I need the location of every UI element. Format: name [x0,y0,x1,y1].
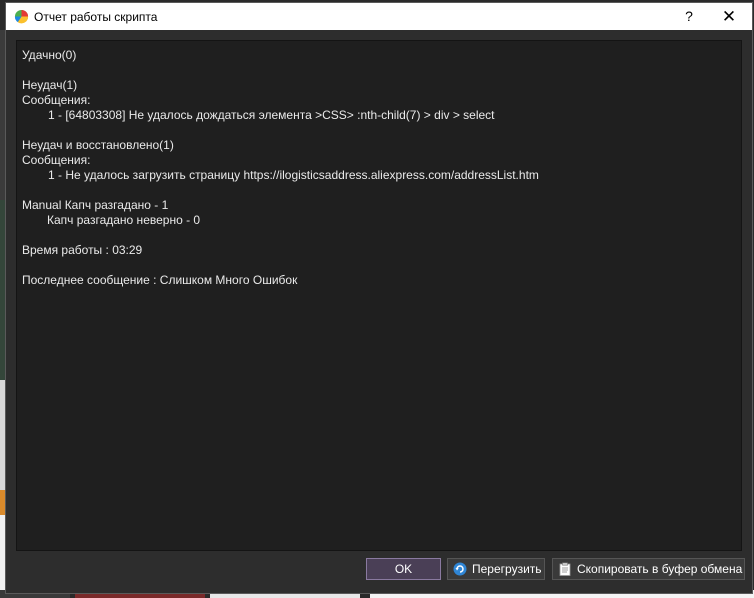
report-text-area[interactable]: Удачно(0) Неудач(1) Сообщения: 1 - [6480… [16,40,742,551]
reload-button[interactable]: Перегрузить [447,558,545,580]
clipboard-icon [559,562,571,576]
window-titlebar[interactable]: Отчет работы скрипта ? ✕ [6,3,752,30]
refresh-icon [453,562,467,576]
failures-messages-label: Сообщения: [22,93,91,107]
ok-button[interactable]: OK [366,558,441,580]
recovered-messages-label: Сообщения: [22,153,91,167]
pie-chart-icon [14,9,29,24]
close-button[interactable]: ✕ [708,4,750,29]
failures-header-text: Неудач(1) [22,78,78,92]
help-button[interactable]: ? [676,5,702,28]
captcha-solved-text: Manual Капч разгадано - 1 [22,198,169,212]
failure-message-text: 1 - [64803308] Не удалось дождаться элем… [48,108,495,122]
run-time-text: Время работы : 03:29 [22,243,143,257]
last-message-text: Последнее сообщение : Слишком Много Ошиб… [22,273,298,287]
success-count-text: Удачно(0) [22,48,77,62]
recovered-message-text: 1 - Не удалось загрузить страницу https:… [48,168,539,182]
copy-button-label: Скопировать в буфер обмена [577,562,743,576]
reload-button-label: Перегрузить [472,562,542,576]
recovered-header-text: Неудач и восстановлено(1) [22,138,174,152]
copy-to-clipboard-button[interactable]: Скопировать в буфер обмена [552,558,745,580]
script-report-dialog: Отчет работы скрипта ? ✕ Удачно(0) Неуда… [5,2,753,594]
window-title: Отчет работы скрипта [34,10,158,24]
captcha-wrong-text: Капч разгадано неверно - 0 [47,213,201,227]
